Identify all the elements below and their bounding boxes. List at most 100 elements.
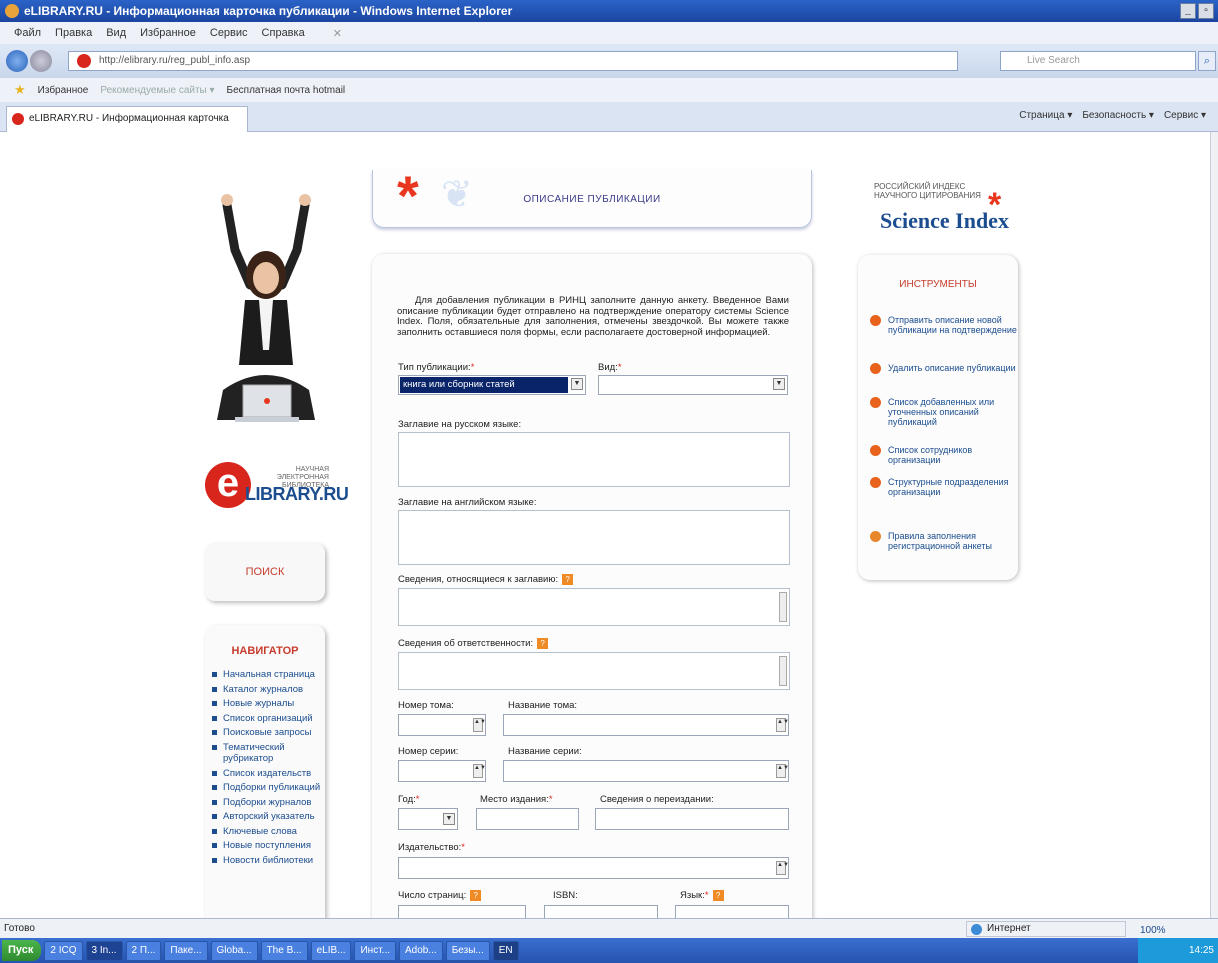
back-button[interactable] — [6, 50, 28, 72]
search-icon[interactable]: ⌕ — [1198, 51, 1216, 71]
pub-type-select[interactable]: книга или сборник статей ▼ — [398, 375, 586, 395]
publisher-input[interactable]: ▲▼ — [398, 857, 789, 879]
taskbar-item[interactable]: Паке... — [164, 940, 208, 961]
forward-button[interactable] — [30, 50, 52, 72]
spinner-icon[interactable]: ▲▼ — [473, 718, 486, 732]
nav-item[interactable]: Тематический рубрикатор — [211, 742, 325, 765]
taskbar-item[interactable]: Globa... — [210, 940, 258, 961]
taskbar-item[interactable]: Adob... — [399, 940, 443, 961]
chevron-down-icon: ▼ — [773, 378, 785, 390]
close-toolbar-icon[interactable]: ✕ — [333, 27, 342, 40]
nav-item[interactable]: Новые поступления — [211, 840, 325, 852]
menu-edit[interactable]: Правка — [55, 27, 92, 39]
taskbar-item[interactable]: Безы... — [445, 940, 490, 961]
spinner-icon[interactable]: ▲▼ — [776, 764, 789, 778]
nav-item[interactable]: Новости библиотеки — [211, 855, 325, 867]
kind-label: Вид:* — [598, 362, 622, 373]
tool-send-new[interactable]: Отправить описание новой публикации на п… — [870, 315, 1020, 335]
tool-departments[interactable]: Структурные подразделения организации — [870, 477, 1020, 497]
tool-staff-list[interactable]: Список сотрудников организации — [870, 445, 1020, 465]
year-label: Год:* — [398, 794, 420, 805]
nav-item[interactable]: Список издательств — [211, 768, 325, 780]
place-input[interactable] — [476, 808, 579, 830]
help-icon[interactable]: ? — [562, 574, 574, 585]
taskbar-item[interactable]: 3 In... — [85, 940, 123, 961]
isbn-input[interactable] — [544, 905, 658, 919]
menu-view[interactable]: Вид — [106, 27, 126, 39]
title-info-textarea[interactable] — [398, 588, 790, 626]
search-panel-link[interactable]: ПОИСК — [205, 543, 325, 601]
volume-name-input[interactable]: ▲▼ — [503, 714, 789, 736]
nav-item[interactable]: Каталог журналов — [211, 684, 325, 696]
tool-rules[interactable]: Правила заполнения регистрационной анкет… — [870, 531, 1020, 551]
nav-item[interactable]: Поисковые запросы — [211, 727, 325, 739]
logo-tagline-1: НАУЧНАЯ ЭЛЕКТРОННАЯ — [276, 466, 329, 481]
browser-tab[interactable]: eLIBRARY.RU - Информационная карточка пу… — [6, 106, 248, 148]
bullet-icon — [870, 315, 881, 326]
language-select[interactable] — [675, 905, 789, 919]
cmd-tools[interactable]: Сервис ▾ — [1164, 110, 1206, 121]
minimize-button[interactable]: _ — [1180, 3, 1196, 19]
language-indicator[interactable]: EN — [492, 940, 519, 961]
page-scrollbar[interactable] — [1210, 132, 1218, 918]
menu-help[interactable]: Справка — [262, 27, 305, 39]
window-controls: _ ▫ — [1180, 3, 1214, 19]
publisher-label: Издательство:* — [398, 842, 465, 853]
spinner-icon[interactable]: ▲▼ — [473, 764, 486, 778]
textarea-scrollbar[interactable] — [779, 656, 787, 686]
restore-button[interactable]: ▫ — [1198, 3, 1214, 19]
taskbar-item[interactable]: 2 ICQ — [44, 940, 83, 961]
taskbar-item[interactable]: The B... — [260, 940, 308, 961]
help-icon[interactable]: ? — [537, 638, 549, 649]
navigator-panel: НАВИГАТОР Начальная страница Каталог жур… — [205, 625, 325, 920]
pages-input[interactable] — [398, 905, 526, 919]
nav-item[interactable]: Подборки журналов — [211, 797, 325, 809]
year-select[interactable]: ▼ — [398, 808, 458, 830]
elibrary-logo[interactable]: e НАУЧНАЯ ЭЛЕКТРОННАЯ БИБЛИОТЕКА LIBRARY.… — [205, 458, 349, 518]
title-ru-textarea[interactable] — [398, 432, 790, 487]
bullet-icon — [870, 363, 881, 374]
series-num-input[interactable]: ▲▼ — [398, 760, 486, 782]
language-label: Язык:*? — [680, 890, 724, 901]
taskbar-item[interactable]: eLIB... — [310, 940, 352, 961]
favorites-button[interactable]: Избранное — [38, 85, 89, 96]
menu-file[interactable]: Файл — [14, 27, 41, 39]
textarea-scrollbar[interactable] — [779, 592, 787, 622]
reprint-input[interactable] — [595, 808, 789, 830]
menu-bar: Файл Правка Вид Избранное Сервис Справка… — [0, 22, 1218, 44]
kind-select[interactable]: ▼ — [598, 375, 788, 395]
nav-item[interactable]: Подборки публикаций — [211, 782, 325, 794]
nav-item[interactable]: Список организаций — [211, 713, 325, 725]
science-index-logo[interactable]: РОССИЙСКИЙ ИНДЕКС НАУЧНОГО ЦИТИРОВАНИЯ Sc… — [872, 180, 1012, 240]
help-icon[interactable]: ? — [470, 890, 482, 901]
cmd-page[interactable]: Страница ▾ — [1019, 110, 1072, 121]
system-tray: 14:25 — [1138, 938, 1218, 963]
url-input[interactable]: http://elibrary.ru/reg_publ_info.asp — [68, 51, 958, 71]
responsibility-textarea[interactable] — [398, 652, 790, 690]
spinner-icon[interactable]: ▲▼ — [776, 718, 789, 732]
series-name-input[interactable]: ▲▼ — [503, 760, 789, 782]
hotmail-link[interactable]: Бесплатная почта hotmail — [227, 85, 346, 96]
tool-added-list[interactable]: Список добавленных или уточненных описан… — [870, 397, 1020, 427]
search-input[interactable]: Live Search — [1000, 51, 1196, 71]
menu-tools[interactable]: Сервис — [210, 27, 248, 39]
ie-icon — [5, 4, 19, 18]
nav-item[interactable]: Авторский указатель — [211, 811, 325, 823]
place-label: Место издания:* — [480, 794, 553, 805]
tool-delete[interactable]: Удалить описание публикации — [870, 363, 1020, 374]
suggested-sites-link[interactable]: Рекомендуемые сайты ▾ — [100, 85, 214, 96]
taskbar-item[interactable]: 2 П... — [125, 940, 162, 961]
spinner-icon[interactable]: ▲▼ — [776, 861, 789, 875]
menu-favorites[interactable]: Избранное — [140, 27, 196, 39]
title-en-textarea[interactable] — [398, 510, 790, 565]
taskbar-item[interactable]: Инст... — [354, 940, 397, 961]
nav-item[interactable]: Начальная страница — [211, 669, 325, 681]
volume-num-input[interactable]: ▲▼ — [398, 714, 486, 736]
help-icon[interactable]: ? — [712, 890, 724, 901]
start-button[interactable]: Пуск — [2, 940, 42, 961]
security-zone: Интернет — [966, 921, 1126, 937]
nav-item[interactable]: Новые журналы — [211, 698, 325, 710]
nav-item[interactable]: Ключевые слова — [211, 826, 325, 838]
globe-icon — [971, 924, 982, 935]
cmd-security[interactable]: Безопасность ▾ — [1082, 110, 1154, 121]
